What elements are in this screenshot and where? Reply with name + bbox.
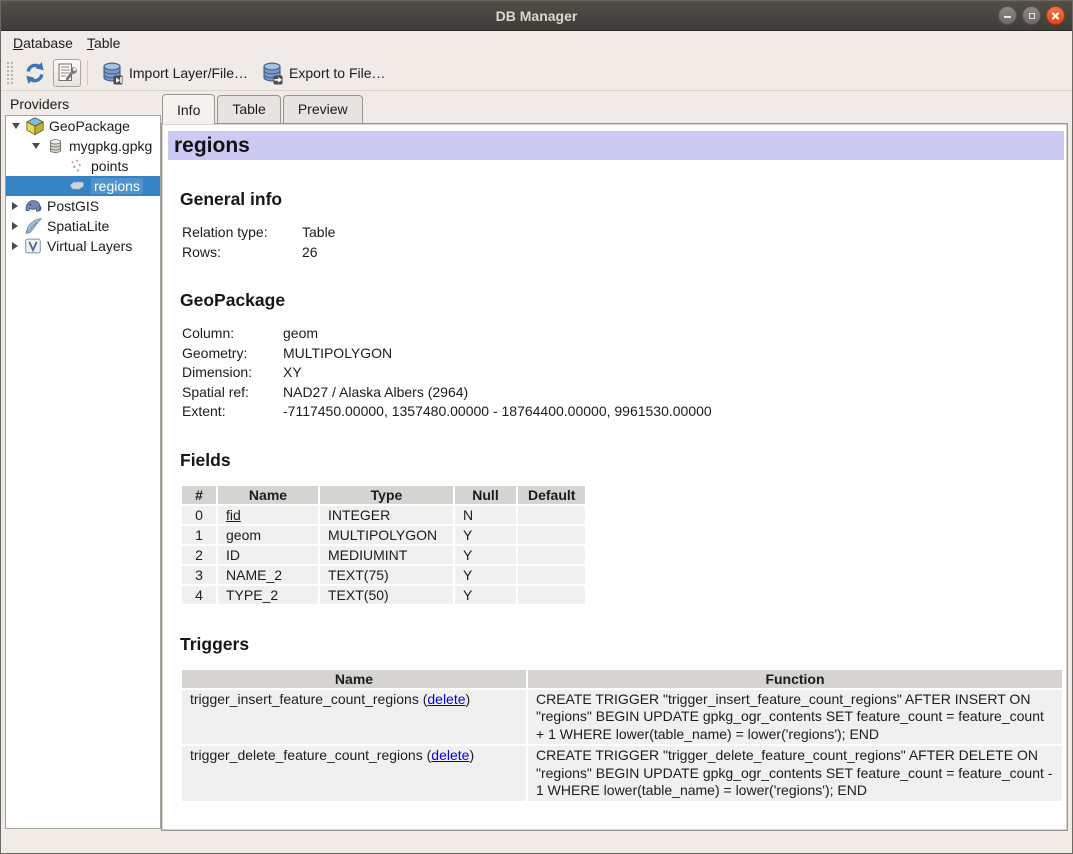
toolbar: Import Layer/File… Export to File… — [1, 55, 1072, 91]
info-row: Rows: 26 — [176, 243, 1064, 263]
minimize-button[interactable] — [998, 6, 1017, 25]
polygon-layer-icon — [67, 176, 87, 196]
trigger-row: trigger_delete_feature_count_regions (de… — [182, 746, 1062, 801]
info-row: Geometry: MULTIPOLYGON — [176, 344, 1064, 364]
tree-item-spatialite[interactable]: SpatiaLite — [6, 216, 160, 236]
general-info-heading: General info — [180, 189, 1064, 210]
info-row: Column: geom — [176, 324, 1064, 344]
triggers-table: Name Function trigger_insert_feature_cou… — [180, 668, 1064, 803]
virtual-layers-icon — [23, 236, 43, 256]
expander-closed-icon[interactable] — [12, 202, 18, 210]
general-info-section: General info Relation type: Table Rows: … — [176, 189, 1064, 262]
close-button[interactable] — [1046, 6, 1065, 25]
tree-item-mygpkg[interactable]: mygpkg.gpkg — [6, 136, 160, 156]
tab-preview[interactable]: Preview — [283, 95, 363, 123]
tab-table[interactable]: Table — [217, 95, 280, 123]
info-row: Dimension: XY — [176, 363, 1064, 383]
expander-open-icon[interactable] — [12, 123, 20, 129]
field-row: 0 fid INTEGER N — [182, 506, 585, 524]
export-database-icon — [260, 61, 284, 85]
tree-item-points[interactable]: points — [6, 156, 160, 176]
tree-item-geopackage[interactable]: GeoPackage — [6, 116, 160, 136]
table-name-banner: regions — [168, 131, 1064, 160]
trigger-name: trigger_delete_feature_count_regions — [190, 747, 423, 763]
tree-item-regions[interactable]: regions — [6, 176, 160, 196]
tree-label: PostGIS — [47, 198, 99, 214]
tree-label: mygpkg.gpkg — [69, 138, 152, 154]
info-row: Extent: -7117450.00000, 1357480.00000 - … — [176, 402, 1064, 422]
window-title: DB Manager — [1, 8, 1072, 24]
menu-database[interactable]: Database — [7, 33, 81, 54]
tree-label: SpatiaLite — [47, 218, 109, 234]
field-row: 2 ID MEDIUMINT Y — [182, 546, 585, 564]
tree-item-virtual-layers[interactable]: Virtual Layers — [6, 236, 160, 256]
import-database-icon — [100, 61, 124, 85]
field-row: 3 NAME_2 TEXT(75) Y — [182, 566, 585, 584]
tree-label: Virtual Layers — [47, 238, 132, 254]
geopackage-icon — [25, 116, 45, 136]
tree-label: regions — [91, 178, 143, 194]
export-file-button[interactable]: Export to File… — [254, 58, 391, 88]
info-content[interactable]: regions General info Relation type: Tabl… — [161, 123, 1068, 831]
field-row: 4 TYPE_2 TEXT(50) Y — [182, 586, 585, 604]
maximize-icon — [1029, 13, 1035, 19]
detail-panel: Info Table Preview regions General info … — [161, 93, 1068, 831]
table-name: regions — [174, 134, 250, 158]
fields-header-row: # Name Type Null Default — [182, 486, 585, 504]
expander-closed-icon[interactable] — [12, 242, 18, 250]
geopackage-heading: GeoPackage — [180, 290, 1064, 311]
delete-trigger-link[interactable]: delete — [427, 691, 465, 707]
minimize-icon — [1004, 16, 1011, 18]
info-row: Spatial ref: NAD27 / Alaska Albers (2964… — [176, 383, 1064, 403]
points-layer-icon — [67, 156, 87, 176]
menu-table[interactable]: Table — [81, 33, 128, 54]
delete-trigger-link[interactable]: delete — [431, 747, 469, 763]
tab-bar: Info Table Preview — [161, 93, 1068, 123]
fields-heading: Fields — [180, 450, 1064, 471]
providers-panel: Providers GeoPackage — [1, 93, 161, 831]
trigger-row: trigger_insert_feature_count_regions (de… — [182, 690, 1062, 745]
trigger-function: CREATE TRIGGER "trigger_insert_feature_c… — [528, 690, 1062, 745]
trigger-function: CREATE TRIGGER "trigger_delete_feature_c… — [528, 746, 1062, 801]
status-bar — [1, 831, 1072, 853]
tab-info[interactable]: Info — [162, 94, 215, 124]
title-bar[interactable]: DB Manager — [1, 1, 1072, 31]
import-layer-label: Import Layer/File… — [129, 65, 248, 81]
fields-section: Fields # Name Type Null Default — [176, 450, 1064, 606]
postgis-elephant-icon — [23, 196, 43, 216]
providers-tree: GeoPackage mygpkg.gpkg — [5, 115, 161, 829]
menu-bar: Database Table — [1, 31, 1072, 55]
database-file-icon — [45, 136, 65, 156]
triggers-section: Triggers Name Function trigger_insert_fe… — [176, 634, 1064, 803]
expander-open-icon[interactable] — [32, 143, 40, 149]
refresh-icon — [23, 61, 47, 85]
sql-window-icon — [56, 62, 78, 84]
triggers-header-row: Name Function — [182, 670, 1062, 688]
expander-closed-icon[interactable] — [12, 222, 18, 230]
main-area: Providers GeoPackage — [1, 91, 1072, 831]
toolbar-grip[interactable] — [6, 61, 13, 85]
refresh-button[interactable] — [17, 58, 53, 88]
triggers-heading: Triggers — [180, 634, 1064, 655]
db-manager-window: DB Manager Database Table — [0, 0, 1073, 854]
import-layer-button[interactable]: Import Layer/File… — [94, 58, 254, 88]
spatialite-feather-icon — [23, 216, 43, 236]
geopackage-section: GeoPackage Column: geom Geometry: MULTIP… — [176, 290, 1064, 422]
tree-label: GeoPackage — [49, 118, 130, 134]
export-file-label: Export to File… — [289, 65, 385, 81]
field-row: 1 geom MULTIPOLYGON Y — [182, 526, 585, 544]
toolbar-separator — [87, 61, 88, 85]
sql-window-button[interactable] — [53, 59, 81, 87]
tree-label: points — [91, 158, 128, 174]
info-row: Relation type: Table — [176, 223, 1064, 243]
fields-table: # Name Type Null Default 0 fid I — [180, 484, 587, 606]
window-controls — [998, 6, 1065, 25]
maximize-button[interactable] — [1022, 6, 1041, 25]
tree-item-postgis[interactable]: PostGIS — [6, 196, 160, 216]
trigger-name: trigger_insert_feature_count_regions — [190, 691, 419, 707]
providers-title: Providers — [5, 93, 161, 115]
